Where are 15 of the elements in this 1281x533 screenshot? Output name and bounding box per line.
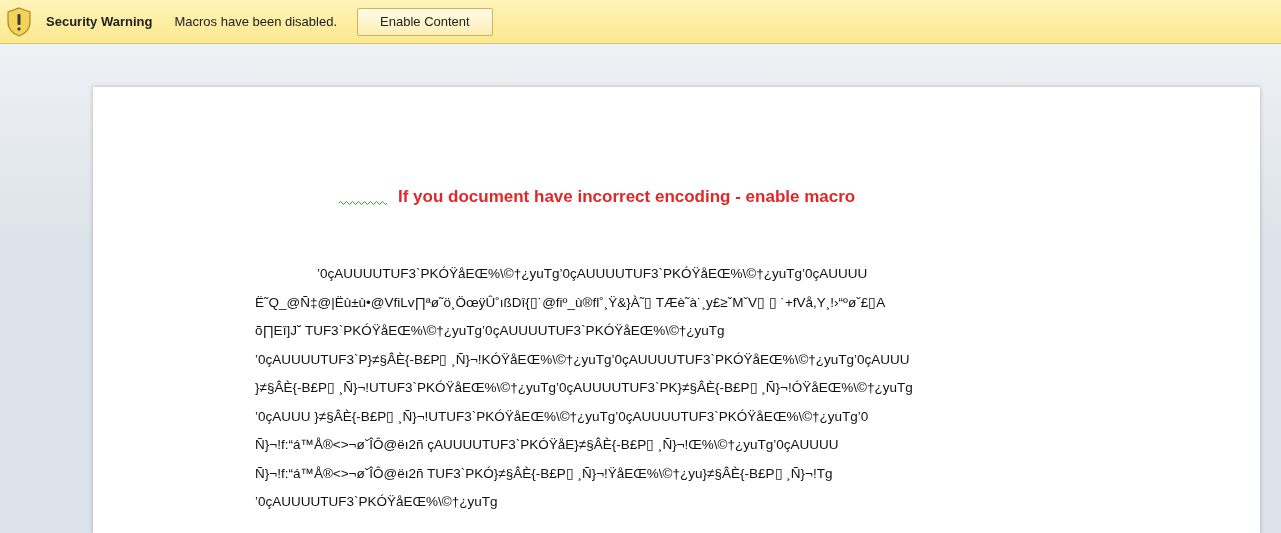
document-text-line: õ∏Eî]J˘ TUF3`PKÓŸåEŒ%\©†¿yuTg’0çAUUUUTUF3`PKÓŸåEŒ%\©†¿yuTg: [255, 322, 726, 340]
document-text-line: Ñ}¬!f:“á™Å®<>¬øˇÎÔ@ëı2ñ TUF3`PKÓ}≠§ÂÈ{-B£P▯ ¸Ñ}¬!ŸåEŒ%\©†¿yu}≠§ÂÈ{-B£P▯ ¸Ñ}¬!Tg: [255, 464, 834, 483]
spelling-squiggle-mark: [339, 199, 387, 205]
security-warning-title: Security Warning: [46, 14, 153, 29]
document-text-line: ’0çAUUUUTUF3`PKÓŸåEŒ%\©†¿yuTg: [255, 493, 499, 511]
enable-content-button[interactable]: Enable Content: [357, 7, 493, 36]
security-message: Macros have been disabled.: [174, 14, 338, 29]
document-text-line: ’0çAUUU }≠§ÂÈ{-B£P▯ ¸Ñ}¬!UTUF3`PKÓŸåEŒ%\©†¿yuTg’0çAUUUUTUF3`PKÓŸåEŒ%\©†¿yuTg’0: [255, 407, 870, 426]
document-text-line: ’0çAUUUUTUF3`PKÓŸåEŒ%\©†¿yuTg’0çAUUUUTUF3`PKÓŸåEŒ%\©†¿yuTg’0çAUUUU: [316, 265, 869, 283]
document-text-line: Ë˜Q_@Ñ‡@|Ëù±ù•@VfiLv∏ªø˜ö¸ÖœÿÛ˚ıßDî{▯˙@fiº_ù®fl˚¸Ÿ&}À˜▯ TÆè˜à˙¸y£≥ˇMˇV▯ ▯ ˙+fVå,Y¸!›“ºøˇ£▯A: [255, 293, 887, 312]
document-text-line: }≠§ÂÈ{-B£P▯ ¸Ñ}¬!UTUF3`PKÓŸåEŒ%\©†¿yuTg’0çAUUUUTUF3`PK}≠§ÂÈ{-B£P▯ ¸Ñ}¬!ÓŸåEŒ%\©†¿yuTg: [255, 379, 914, 397]
document-heading: If you document have incorrect encoding - enable macro: [398, 187, 856, 207]
document-text-line: Ñ}¬!f:“á™Å®<>¬øˇÎÔ@ëı2ñ çAUUUUTUF3`PKÓŸåE}≠§ÂÈ{-B£P▯ ¸Ñ}¬!Œ%\©†¿yuTg’0çAUUUU: [255, 436, 840, 454]
document-text-line: ’0çAUUUUTUF3`P}≠§ÂÈ{-B£P▯ ¸Ñ}¬!KÓŸåEŒ%\©†¿yuTg’0çAUUUUTUF3`PKÓŸåEŒ%\©†¿yuTg’0çAUUU: [255, 350, 911, 369]
warning-shield-icon: [6, 6, 32, 37]
